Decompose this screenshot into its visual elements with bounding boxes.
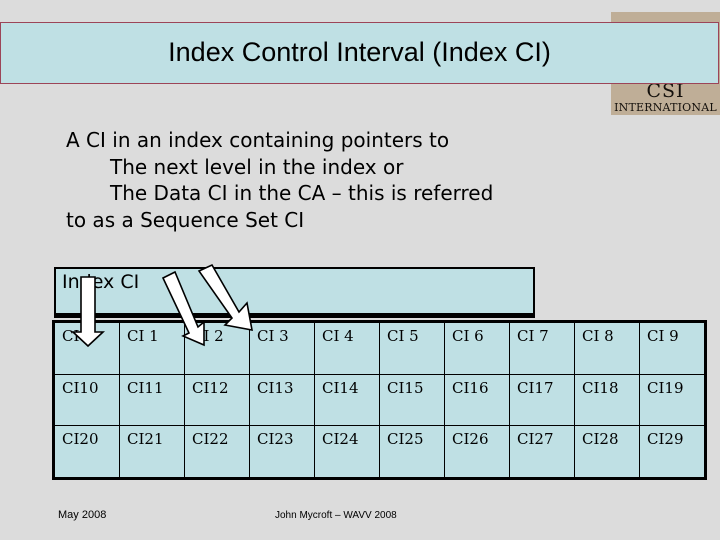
- table-cell: CI16: [444, 373, 510, 427]
- table-cell: CI28: [574, 425, 640, 478]
- table-row: CI20 CI21 CI22 CI23 CI24 CI25 CI26 CI27 …: [54, 425, 705, 478]
- body-line-2: The next level in the index or: [110, 154, 404, 179]
- ci-grid-table: CI 0 CI 1 CI 2 CI 3 CI 4 CI 5 CI 6 CI 7 …: [52, 320, 707, 480]
- table-cell: CI22: [184, 425, 250, 478]
- table-cell: CI 7: [509, 322, 575, 375]
- table-cell: CI18: [574, 373, 640, 427]
- table-cell: CI 0: [54, 322, 120, 375]
- table-cell: CI13: [249, 373, 315, 427]
- table-cell: CI29: [639, 425, 705, 478]
- table-cell: CI20: [54, 425, 120, 478]
- table-cell: CI14: [314, 373, 380, 427]
- table-cell: CI 3: [249, 322, 315, 375]
- table-cell: CI10: [54, 373, 120, 427]
- table-cell: CI 5: [379, 322, 445, 375]
- table-cell: CI 9: [639, 322, 705, 375]
- table-cell: CI26: [444, 425, 510, 478]
- body-line-4: to as a Sequence Set CI: [66, 207, 305, 232]
- table-cell: CI24: [314, 425, 380, 478]
- page-title: Index Control Interval (Index CI): [168, 37, 551, 68]
- table-cell: CI12: [184, 373, 250, 427]
- table-cell: CI19: [639, 373, 705, 427]
- table-cell: CI25: [379, 425, 445, 478]
- slide-canvas: { "slide": { "title": "Index Control Int…: [0, 0, 720, 540]
- table-cell: CI17: [509, 373, 575, 427]
- table-cell: CI23: [249, 425, 315, 478]
- table-cell: CI27: [509, 425, 575, 478]
- index-ci-label: Index CI: [62, 271, 140, 293]
- table-cell: CI21: [119, 425, 185, 478]
- body-text-block: A CI in an index containing pointers to …: [66, 127, 676, 233]
- table-cell: CI 8: [574, 322, 640, 375]
- slide-title-box: Index Control Interval (Index CI): [0, 22, 719, 84]
- table-row: CI 0 CI 1 CI 2 CI 3 CI 4 CI 5 CI 6 CI 7 …: [54, 322, 705, 375]
- table-cell: CI 4: [314, 322, 380, 375]
- table-row: CI10 CI11 CI12 CI13 CI14 CI15 CI16 CI17 …: [54, 373, 705, 427]
- table-cell: CI15: [379, 373, 445, 427]
- footer-date: May 2008: [58, 509, 107, 521]
- footer-credit: John Mycroft – WAVV 2008: [275, 510, 397, 521]
- table-cell: CI 1: [119, 322, 185, 375]
- table-cell: CI 2: [184, 322, 250, 375]
- body-line-3: The Data CI in the CA – this is referred: [110, 181, 494, 206]
- csi-logo-main-text: CSI: [646, 80, 685, 102]
- csi-logo-sub-text: INTERNATIONAL: [614, 101, 717, 114]
- table-cell: CI11: [119, 373, 185, 427]
- body-line-1: A CI in an index containing pointers to: [66, 128, 450, 152]
- table-cell: CI 6: [444, 322, 510, 375]
